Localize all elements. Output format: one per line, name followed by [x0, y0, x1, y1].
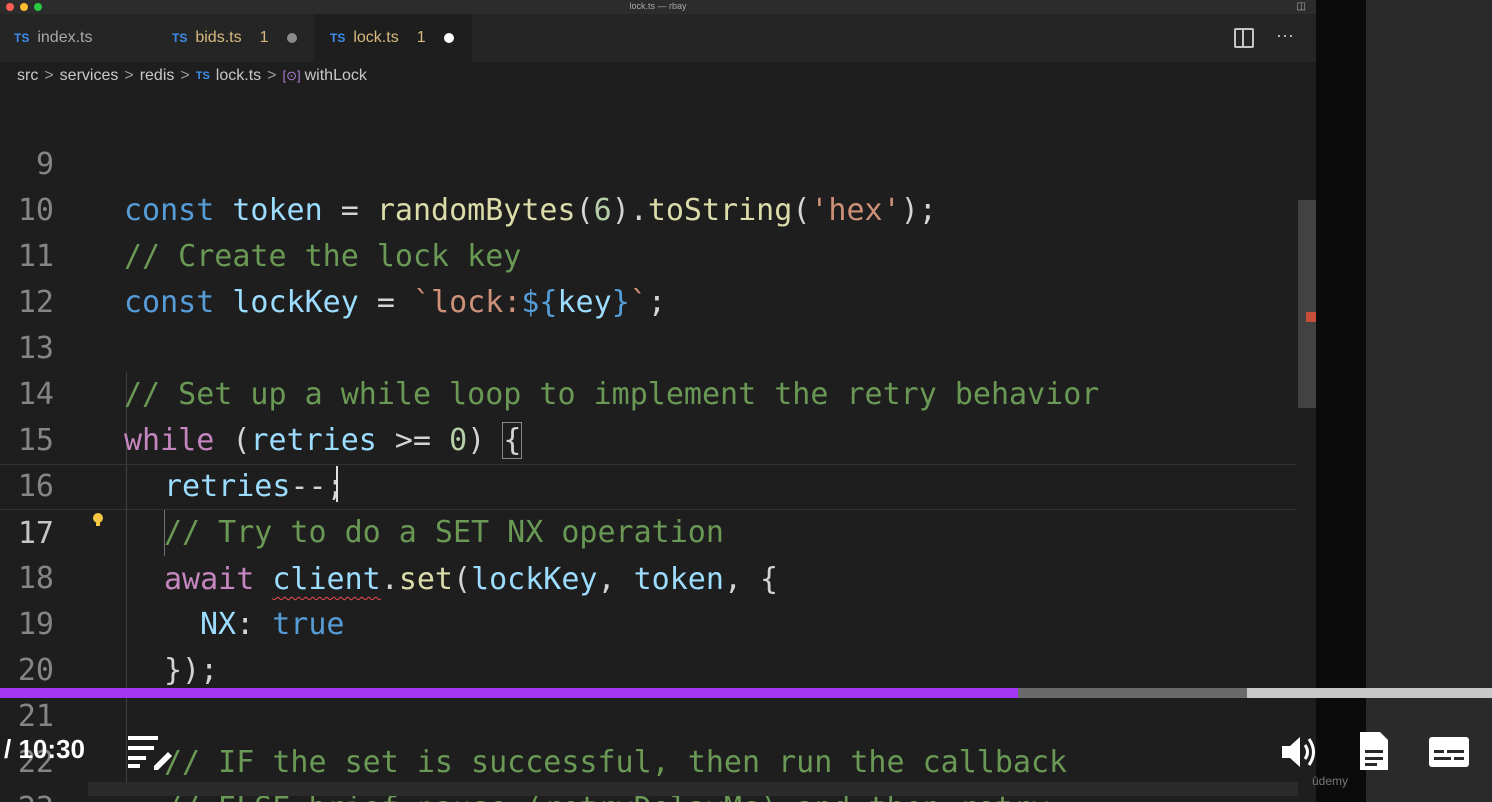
code-line: 11 const lockKey = `lock:${key}`;: [0, 188, 1316, 320]
code-line: 12: [0, 234, 1316, 320]
text-cursor: [336, 466, 338, 502]
scrollbar-thumb[interactable]: [1298, 200, 1316, 408]
tab-label: index.ts: [37, 29, 93, 46]
vscode-window: lock.ts — rbay ◫ TS index.ts TS bids.ts …: [0, 0, 1316, 802]
current-code-line: 17 await client.set(lockKey, token, {: [0, 464, 1316, 597]
video-progress-fill[interactable]: [0, 688, 1018, 698]
code-line: 16 // Try to do a SET NX operation: [0, 418, 1316, 550]
chevron-right-icon: >: [44, 67, 54, 84]
code-line: 18 NX: true: [0, 510, 1316, 642]
code-line: 9 const token = randomBytes(6).toString(…: [0, 96, 1316, 228]
side-panel: [1366, 0, 1492, 802]
typescript-file-icon: TS: [330, 31, 346, 45]
captions-icon[interactable]: [1428, 736, 1470, 768]
typescript-file-icon: TS: [195, 70, 210, 82]
horizontal-scrollbar[interactable]: [88, 782, 1298, 796]
error-marker: [1306, 312, 1316, 322]
video-buffer-bar: [1247, 688, 1492, 698]
chevron-right-icon: >: [180, 67, 190, 84]
more-actions-icon[interactable]: ···: [1276, 26, 1294, 48]
split-editor-icon[interactable]: [1234, 28, 1255, 48]
volume-icon[interactable]: [1280, 734, 1318, 770]
symbol-variable-icon: [⊙]: [282, 68, 301, 83]
problem-count-badge: 1: [259, 29, 269, 46]
typescript-file-icon: TS: [172, 31, 188, 45]
tab-label: bids.ts: [195, 29, 242, 46]
code-line: 14 while (retries >= 0) {: [0, 326, 1316, 459]
tab-bids-ts[interactable]: TS bids.ts 1: [156, 14, 314, 62]
notes-icon[interactable]: [1358, 730, 1390, 772]
breadcrumb-file[interactable]: lock.ts: [216, 67, 261, 85]
title-bar: lock.ts — rbay ◫: [0, 0, 1316, 14]
breadcrumb-services[interactable]: services: [60, 67, 119, 85]
code-line: 19 });: [0, 556, 1316, 688]
udemy-watermark: ûdemy: [1312, 774, 1349, 788]
lightbulb-icon[interactable]: [92, 513, 104, 527]
code-line: 15 retries--;: [0, 372, 1316, 504]
chevron-right-icon: >: [267, 67, 277, 84]
breadcrumb-symbol[interactable]: withLock: [305, 67, 367, 85]
tab-bar: TS index.ts TS bids.ts 1 TS lock.ts 1 ··…: [0, 14, 1316, 62]
side-panel-dark: [1316, 0, 1366, 802]
tab-label: lock.ts: [353, 29, 399, 46]
transcript-list-icon[interactable]: [128, 734, 172, 770]
window-title: lock.ts — rbay: [629, 1, 687, 11]
tab-index-ts[interactable]: TS index.ts: [0, 14, 156, 62]
unsaved-dot-icon[interactable]: [286, 33, 297, 43]
breadcrumb-redis[interactable]: redis: [140, 67, 175, 85]
breadcrumb: src > services > redis > TS lock.ts > [⊙…: [0, 62, 1316, 90]
tab-lock-ts[interactable]: TS lock.ts 1: [314, 14, 472, 62]
typescript-file-icon: TS: [14, 31, 30, 45]
chevron-right-icon: >: [124, 67, 134, 84]
layout-icon[interactable]: ◫: [1297, 1, 1306, 12]
code-line: 10 // Create the lock key: [0, 142, 1316, 274]
problem-count-badge: 1: [416, 29, 426, 46]
code-line: 20: [0, 602, 1316, 688]
editor-actions: ···: [1234, 26, 1294, 48]
breadcrumb-src[interactable]: src: [17, 67, 38, 85]
code-line: 13 // Set up a while loop to implement t…: [0, 280, 1316, 412]
unsaved-dot-icon[interactable]: [443, 33, 454, 43]
video-time: / 10:30: [4, 734, 85, 764]
